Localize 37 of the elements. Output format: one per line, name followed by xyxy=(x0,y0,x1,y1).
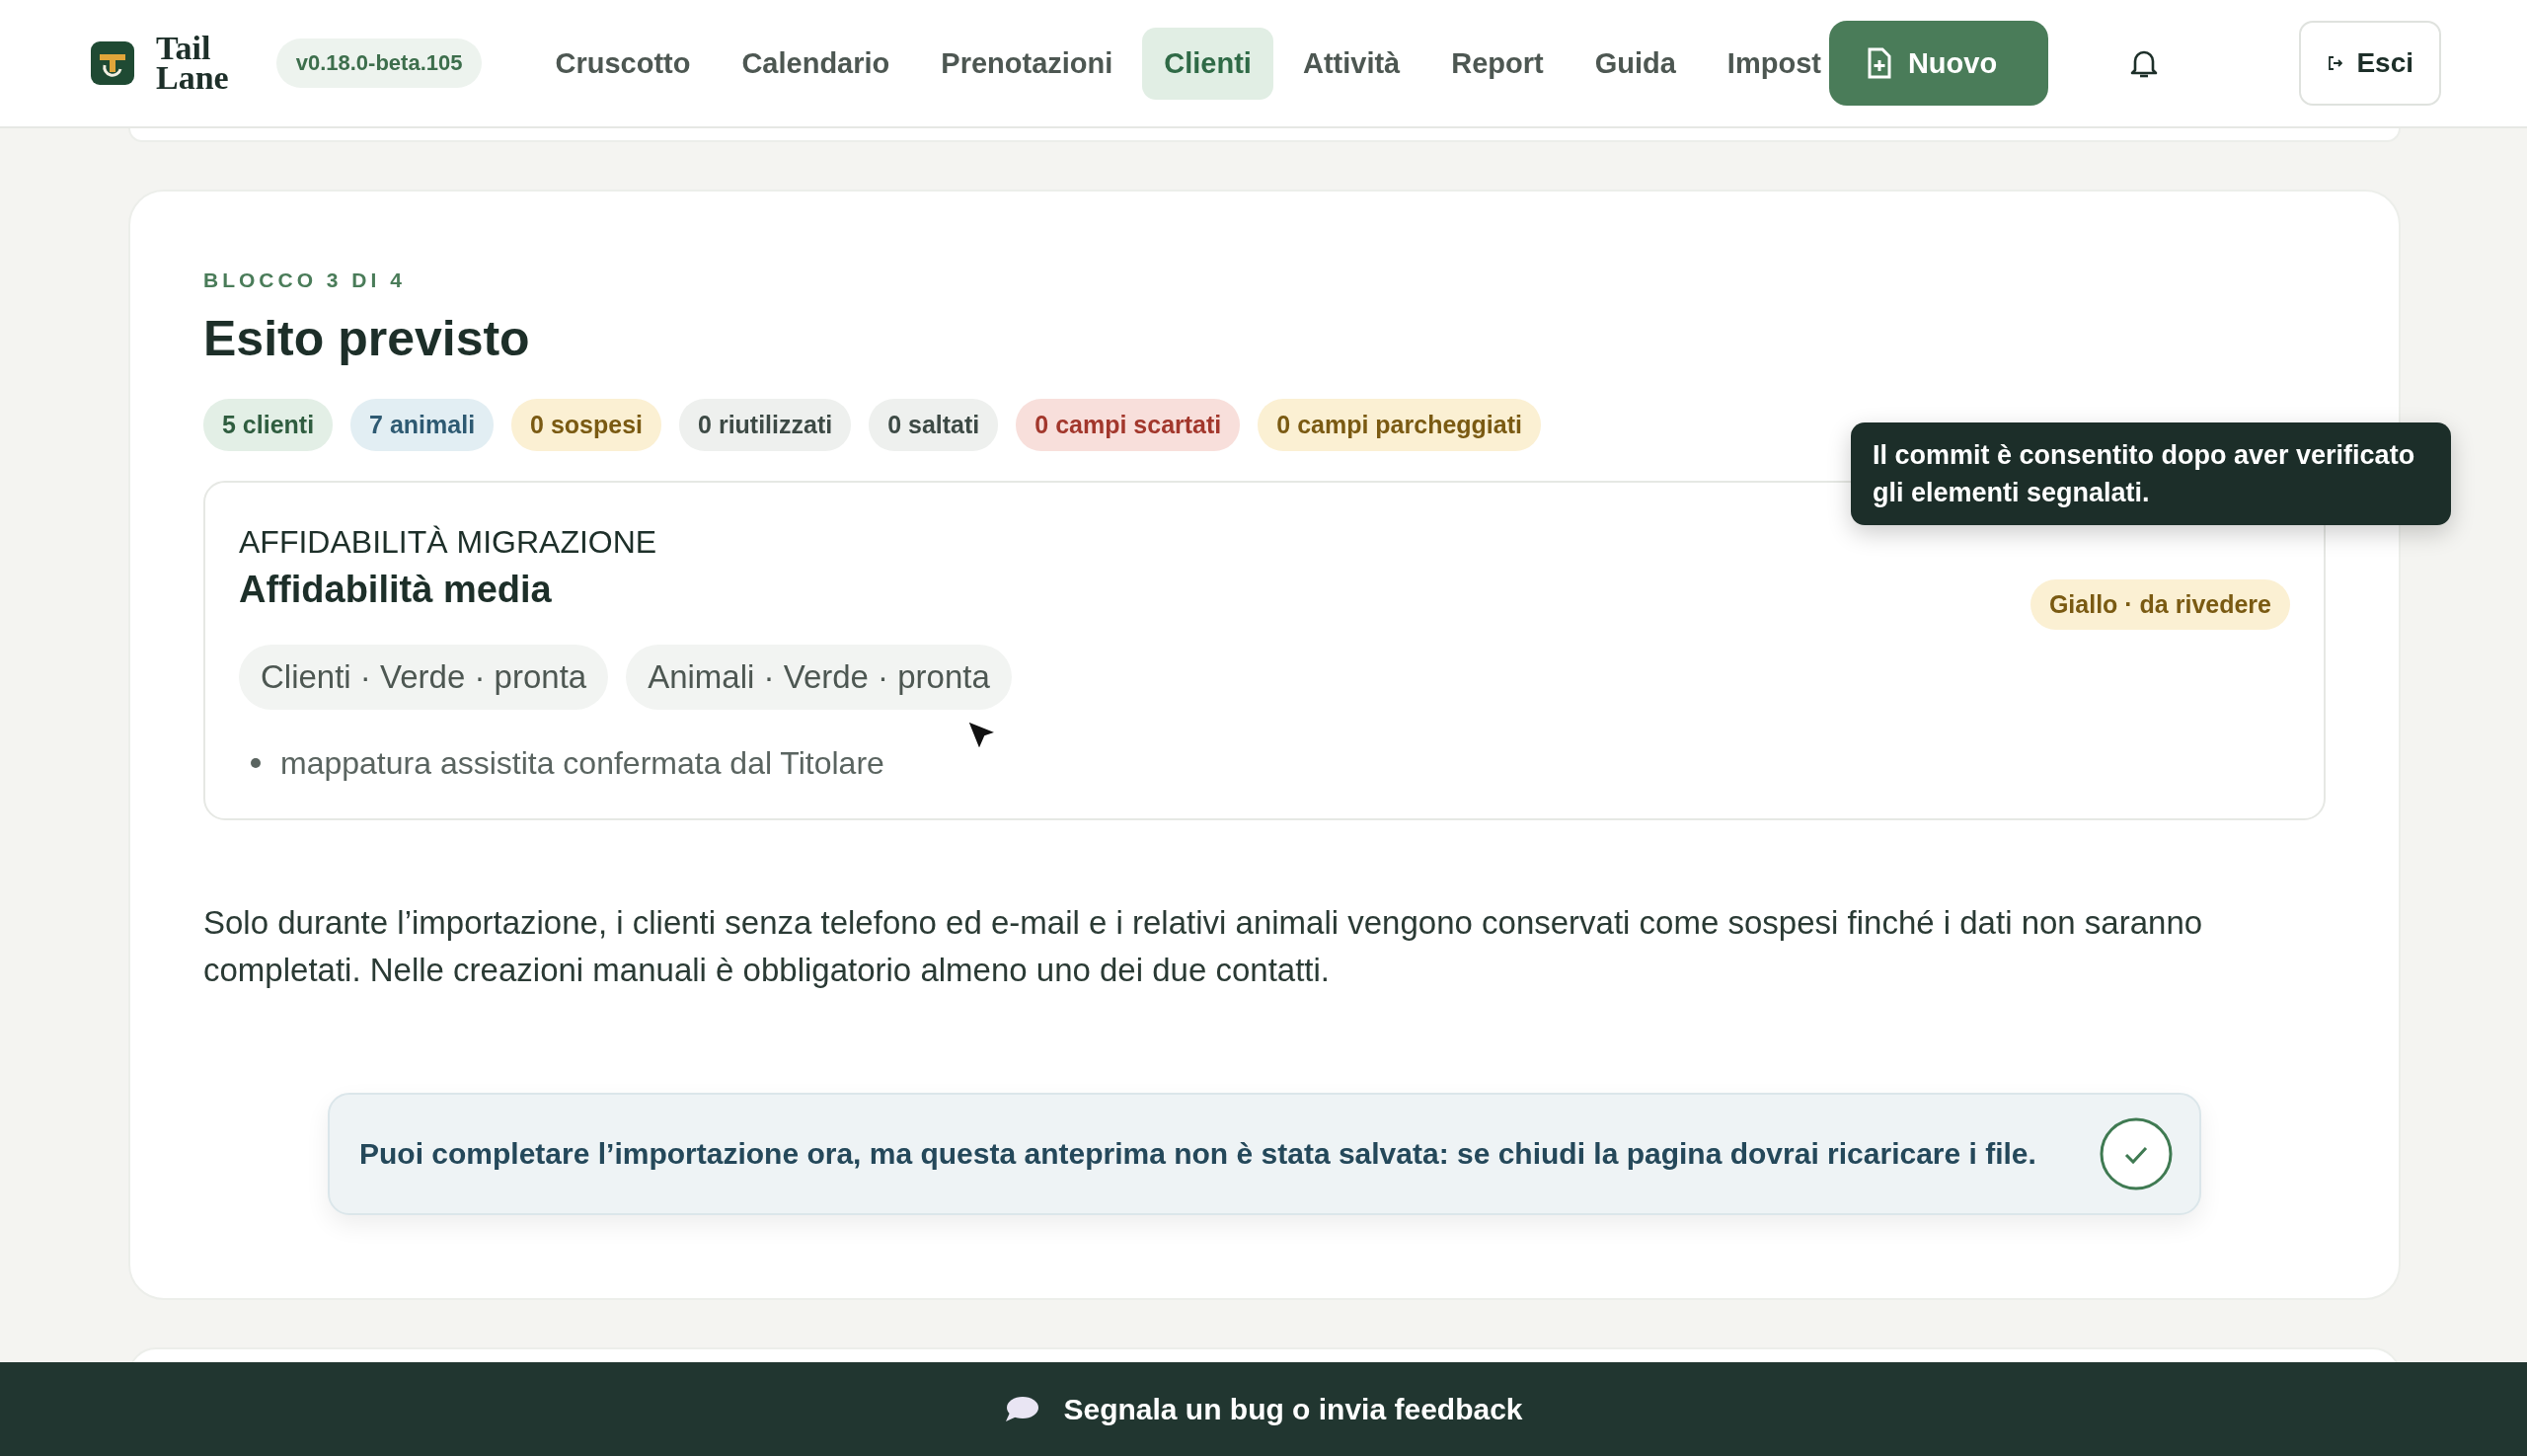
logout-icon xyxy=(2329,55,2343,71)
readiness-tag: Animali · Verde · pronta xyxy=(626,645,1012,710)
tooltip: Il commit è consentito dopo aver verificato gli elementi segnalati. xyxy=(1851,422,2451,525)
nav-tab[interactable]: Attività xyxy=(1280,27,1422,100)
count-chip: 0 riutilizzati xyxy=(679,399,852,451)
nav-tab[interactable]: Guida xyxy=(1572,27,1698,100)
speech-bubble-icon xyxy=(1004,1394,1040,1424)
reliability-overline: AFFIDABILITÀ MIGRAZIONE xyxy=(239,524,658,561)
section-title: Esito previsto xyxy=(203,310,531,367)
count-chip: 7 animali xyxy=(350,399,495,451)
count-chip: 0 campi scartati xyxy=(1016,399,1241,451)
reliability-title: Affidabilità media xyxy=(239,569,553,611)
note-item: mappatura assistita confermata dal Titolare xyxy=(280,744,884,783)
bullet-icon xyxy=(251,758,261,768)
info-paragraph: Solo durante l’importazione, i clienti senza telefono ed e-mail e i relativi animali vengono conservati come sospesi finché i dati non saranno completati. Nelle creazioni manuali è obbligatorio almeno uno dei due contatti. xyxy=(203,903,2204,990)
nav-tab[interactable]: Cruscotto xyxy=(533,27,713,100)
new-button[interactable]: Nuovo xyxy=(1828,21,2049,106)
section-kicker: BLOCCO 3 DI 4 xyxy=(203,268,407,292)
nav-tab[interactable]: Clienti xyxy=(1142,27,1273,100)
logo-text: Tail Lane xyxy=(156,34,229,93)
feedback-button[interactable]: Segnala un bug o invia feedback xyxy=(998,1391,1529,1427)
readiness-tag: Clienti · Verde · pronta xyxy=(239,645,609,710)
nav-tab[interactable]: Calendario xyxy=(720,27,912,100)
count-chip: 0 saltati xyxy=(869,399,999,451)
logo-icon xyxy=(91,41,134,85)
nav-tab[interactable]: Impost xyxy=(1705,27,1821,100)
new-file-icon xyxy=(1866,47,1892,79)
check-icon xyxy=(2099,1116,2174,1191)
logout-button[interactable]: Esci xyxy=(2299,21,2441,106)
count-chip: 0 campi parcheggiati xyxy=(1258,399,1541,451)
nav-tab[interactable]: Report xyxy=(1429,27,1566,100)
nav-tab[interactable]: Prenotazioni xyxy=(919,27,1135,100)
count-chip: 5 clienti xyxy=(203,399,334,451)
count-chip: 0 sospesi xyxy=(511,399,662,451)
notice-text: Puoi completare l’importazione ora, ma questa anteprima non è stata salvata: se chiudi la pagina dovrai ricaricare i file. xyxy=(359,1137,2036,1171)
status-badge: Giallo · da rivedere xyxy=(2029,579,2290,630)
version-badge: v0.18.0-beta.105 xyxy=(275,38,483,88)
